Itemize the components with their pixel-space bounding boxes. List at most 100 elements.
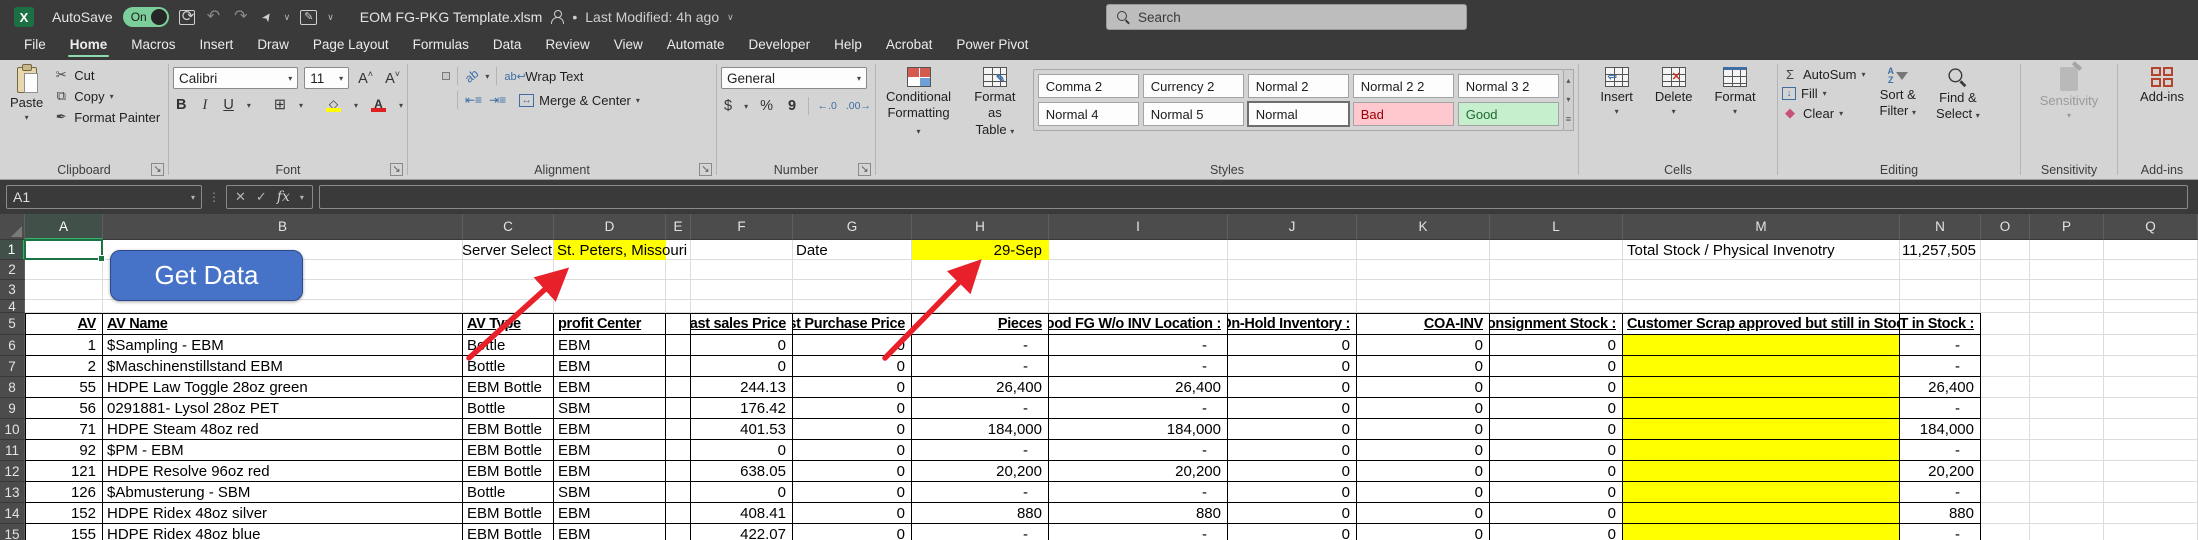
table-cell-I12[interactable]: 20,200 [1049,461,1228,482]
table-cell-C7[interactable]: Bottle [463,356,554,377]
table-cell-F5[interactable]: Last sales Price [691,313,793,335]
table-cell-D7[interactable]: EBM [554,356,666,377]
row-header-4[interactable]: 4 [0,300,25,313]
insert-function-icon[interactable]: fx [277,189,290,205]
grid-cell-L2[interactable] [1490,260,1623,280]
decrease-indent-button[interactable]: ⇤≡ [465,93,482,107]
table-cell-M8[interactable] [1623,377,1900,398]
cell-D1[interactable]: St. Peters, Missouri [557,240,757,260]
grid-cell-Q7[interactable] [2104,356,2198,377]
align-bottom-button[interactable] [442,72,450,80]
table-cell-I5[interactable]: Good FG W/o INV Location : [1049,313,1228,335]
table-cell-B10[interactable]: HDPE Steam 48oz red [103,419,463,440]
grid-cell-O9[interactable] [1981,398,2030,419]
grid-cell-D4[interactable] [554,300,666,313]
grid-cell-O7[interactable] [1981,356,2030,377]
tab-page-layout[interactable]: Page Layout [303,34,399,58]
fill-color-button[interactable]: ◇ [323,98,344,112]
percent-button[interactable]: % [757,98,776,114]
table-cell-M12[interactable] [1623,461,1900,482]
table-cell-C14[interactable]: EBM Bottle [463,503,554,524]
grid-cell-O5[interactable] [1981,313,2030,335]
table-cell-M15[interactable] [1623,524,1900,540]
table-cell-I7[interactable]: - [1049,356,1228,377]
grid-cell-P10[interactable] [2030,419,2104,440]
touch-mode-caret-icon[interactable]: ∨ [284,12,291,23]
ink-icon[interactable]: ✎ [300,10,317,25]
table-cell-C13[interactable]: Bottle [463,482,554,503]
grid-cell-H3[interactable] [912,280,1049,300]
grid-cell-E4[interactable] [666,300,691,313]
grid-cell-A2[interactable] [25,260,103,280]
tab-help[interactable]: Help [824,34,872,58]
table-cell-I14[interactable]: 880 [1049,503,1228,524]
table-cell-E15[interactable] [666,524,691,540]
table-cell-N5[interactable]: TT in Stock : [1900,313,1981,335]
grid-cell-P8[interactable] [2030,377,2104,398]
table-cell-B15[interactable]: HDPE Ridex 48oz blue [103,524,463,540]
gallery-up-icon[interactable]: ▴ [1566,76,1570,85]
table-cell-M10[interactable] [1623,419,1900,440]
autosave-toggle[interactable]: On [123,7,169,27]
font-name-combo[interactable]: Calibri▾ [173,67,298,89]
table-cell-J13[interactable]: 0 [1228,482,1357,503]
table-cell-N12[interactable]: 20,200 [1900,461,1981,482]
table-cell-G7[interactable]: 0 [793,356,912,377]
table-cell-J6[interactable]: 0 [1228,335,1357,356]
table-cell-K15[interactable]: 0 [1357,524,1490,540]
table-cell-F9[interactable]: 176.42 [691,398,793,419]
selected-cell-A1[interactable] [24,239,103,260]
table-cell-C9[interactable]: Bottle [463,398,554,419]
column-header-E[interactable]: E [666,214,691,240]
grid-cell-K1[interactable] [1357,240,1490,260]
grid-cell-P13[interactable] [2030,482,2104,503]
table-cell-G12[interactable]: 0 [793,461,912,482]
save-icon[interactable]: ⟳ [179,10,195,25]
grid-cell-I3[interactable] [1049,280,1228,300]
font-dialog-launcher-icon[interactable]: ↘ [390,163,403,176]
table-cell-G9[interactable]: 0 [793,398,912,419]
borders-button[interactable]: ⊞ [271,97,289,113]
sort-filter-button[interactable]: AZ Sort &Filter ▾ [1874,63,1923,124]
increase-font-button[interactable]: A˄ [355,69,376,87]
column-header-I[interactable]: I [1049,214,1228,240]
gallery-down-icon[interactable]: ▾ [1566,95,1570,104]
table-cell-H10[interactable]: 184,000 [912,419,1049,440]
table-cell-B7[interactable]: $Maschinenstillstand EBM [103,356,463,377]
table-cell-K8[interactable]: 0 [1357,377,1490,398]
grid-cell-B4[interactable] [103,300,463,313]
cell-C1[interactable]: Server Select [463,240,554,260]
table-cell-N6[interactable]: - [1900,335,1981,356]
clipboard-dialog-launcher-icon[interactable]: ↘ [151,163,164,176]
increase-indent-button[interactable]: ⇥≡ [489,93,506,107]
table-cell-D14[interactable]: EBM [554,503,666,524]
grid-cell-Q8[interactable] [2104,377,2198,398]
grid-cell-P11[interactable] [2030,440,2104,461]
title-caret-icon[interactable]: ∨ [727,12,734,23]
touch-mode-icon[interactable]: ➤ [258,8,276,26]
table-cell-K11[interactable]: 0 [1357,440,1490,461]
table-cell-K12[interactable]: 0 [1357,461,1490,482]
table-cell-L10[interactable]: 0 [1490,419,1623,440]
table-cell-L9[interactable]: 0 [1490,398,1623,419]
decrease-font-button[interactable]: A˅ [382,69,403,87]
table-cell-I15[interactable]: - [1049,524,1228,540]
table-cell-M13[interactable] [1623,482,1900,503]
tab-acrobat[interactable]: Acrobat [876,34,943,58]
table-cell-I10[interactable]: 184,000 [1049,419,1228,440]
table-cell-A10[interactable]: 71 [25,419,103,440]
table-cell-C11[interactable]: EBM Bottle [463,440,554,461]
table-cell-K10[interactable]: 0 [1357,419,1490,440]
column-header-H[interactable]: H [912,214,1049,240]
grid-cell-N4[interactable] [1900,300,1981,313]
style-normal-5[interactable]: Normal 5 [1143,102,1244,126]
grid-cell-M4[interactable] [1623,300,1900,313]
merge-center-button[interactable]: ↔Merge & Center▾ [519,93,640,108]
grid-cell-K2[interactable] [1357,260,1490,280]
table-cell-F6[interactable]: 0 [691,335,793,356]
table-cell-L11[interactable]: 0 [1490,440,1623,461]
cell-N1[interactable]: 11,257,505 [1900,240,1981,260]
gallery-more-icon[interactable]: ≡ [1566,114,1571,124]
table-cell-C8[interactable]: EBM Bottle [463,377,554,398]
table-cell-J8[interactable]: 0 [1228,377,1357,398]
